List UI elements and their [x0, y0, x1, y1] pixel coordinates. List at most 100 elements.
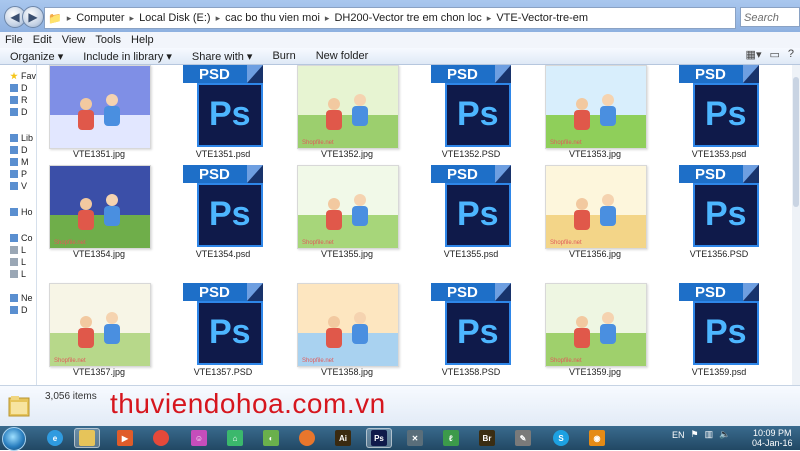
- network-icon[interactable]: ▥: [705, 429, 714, 440]
- tool-icon: ✕: [407, 430, 423, 446]
- file-item[interactable]: Shopfile.net VTE1359.jpg: [533, 283, 647, 383]
- file-item[interactable]: Shopfile.net VTE1356.jpg: [533, 165, 647, 265]
- file-item[interactable]: Shopfile.net VTE1355.jpg: [285, 165, 399, 265]
- menu-tools[interactable]: Tools: [90, 34, 126, 46]
- organize-button[interactable]: Organize ▾: [0, 50, 73, 63]
- taskbar-app[interactable]: [148, 428, 174, 448]
- file-item[interactable]: Shopfile.net VTE1354.jpg: [37, 165, 151, 265]
- illustration-figure: [354, 94, 366, 106]
- nav-item[interactable]: Ho: [10, 207, 33, 217]
- page-fold-icon: [495, 65, 511, 83]
- taskbar-app[interactable]: ℓ: [438, 428, 464, 448]
- file-item[interactable]: Shopfile.net VTE1357.jpg: [37, 283, 151, 383]
- taskbar-app[interactable]: ◉: [584, 428, 610, 448]
- file-item[interactable]: PSD Ps VTE1352.PSD: [409, 65, 519, 165]
- taskbar-app[interactable]: [294, 428, 320, 448]
- breadcrumb-vte[interactable]: VTE-Vector-tre-em: [493, 12, 591, 24]
- breadcrumb-computer[interactable]: Computer: [73, 12, 127, 24]
- taskbar-app[interactable]: ✕: [402, 428, 428, 448]
- help-icon[interactable]: ?: [788, 48, 794, 61]
- file-item[interactable]: PSD Ps VTE1358.PSD: [409, 283, 519, 383]
- menu-file[interactable]: File: [0, 34, 28, 46]
- illustration-figure-body: [600, 324, 616, 344]
- search-input[interactable]: Search VTE...: [740, 7, 800, 44]
- taskbar-app[interactable]: ☺: [186, 428, 212, 448]
- address-bar[interactable]: 📁 ▸ Computer ▸ Local Disk (E:) ▸ cac bo …: [44, 7, 736, 29]
- illustration-figure-body: [574, 328, 590, 348]
- breadcrumb-library[interactable]: cac bo thu vien moi: [222, 12, 323, 24]
- taskbar-app[interactable]: [74, 428, 100, 448]
- clock[interactable]: 10:09 PM 04-Jan-16: [752, 428, 793, 448]
- taskbar-app[interactable]: ▶: [112, 428, 138, 448]
- share-with-button[interactable]: Share with ▾: [182, 50, 263, 63]
- file-item[interactable]: VTE1351.jpg: [37, 65, 151, 165]
- file-item[interactable]: PSD Ps VTE1356.PSD: [657, 165, 767, 265]
- burn-button[interactable]: Burn: [262, 50, 305, 62]
- taskbar-app[interactable]: ✎: [510, 428, 536, 448]
- include-in-library-button[interactable]: Include in library ▾: [73, 50, 182, 63]
- nav-item[interactable]: V: [10, 181, 27, 191]
- taskbar-app[interactable]: ⌂: [222, 428, 248, 448]
- nav-item[interactable]: L: [10, 269, 26, 279]
- ie-icon: e: [47, 430, 63, 446]
- taskbar-app[interactable]: e: [42, 428, 68, 448]
- photoshop-logo: Ps: [693, 83, 759, 147]
- breadcrumb-local-disk[interactable]: Local Disk (E:): [136, 12, 214, 24]
- illustration-figure: [80, 98, 92, 110]
- scrollbar-thumb[interactable]: [793, 77, 799, 207]
- file-item[interactable]: PSD Ps VTE1357.PSD: [161, 283, 271, 383]
- file-item[interactable]: PSD Ps VTE1354.psd: [161, 165, 271, 265]
- nav-item[interactable]: Fav: [10, 71, 36, 81]
- preview-pane-icon[interactable]: ▭: [769, 48, 779, 61]
- nav-item[interactable]: L: [10, 257, 26, 267]
- nav-item[interactable]: Ne: [10, 293, 33, 303]
- vertical-scrollbar[interactable]: [792, 65, 800, 385]
- nav-item[interactable]: Co: [10, 233, 33, 243]
- new-folder-button[interactable]: New folder: [306, 50, 379, 62]
- green-app-icon: ℓ: [443, 430, 459, 446]
- nav-item[interactable]: M: [10, 157, 29, 167]
- file-item[interactable]: Shopfile.net VTE1352.jpg: [285, 65, 399, 165]
- nav-item[interactable]: L: [10, 245, 26, 255]
- taskbar-app[interactable]: Ps: [366, 428, 392, 448]
- nav-item[interactable]: P: [10, 169, 27, 179]
- taskbar-app[interactable]: S: [548, 428, 574, 448]
- psd-badge: PSD: [679, 283, 743, 301]
- photoshop-logo-text: Ps: [209, 95, 251, 133]
- nav-item[interactable]: R: [10, 95, 28, 105]
- volume-icon[interactable]: 🔈: [719, 429, 730, 440]
- language-indicator[interactable]: EN: [672, 430, 685, 440]
- start-button[interactable]: [2, 427, 26, 451]
- nav-item[interactable]: D: [10, 107, 28, 117]
- nav-item[interactable]: D: [10, 83, 28, 93]
- file-name: VTE1355.jpg: [320, 249, 374, 259]
- menu-view[interactable]: View: [57, 34, 91, 46]
- illustration-figure: [328, 98, 340, 110]
- nav-item[interactable]: Lib: [10, 133, 33, 143]
- psd-badge: PSD: [431, 65, 495, 83]
- clock-time: 10:09 PM: [753, 428, 792, 438]
- nav-item[interactable]: D: [10, 145, 28, 155]
- photoshop-logo: Ps: [197, 301, 263, 365]
- forward-button[interactable]: ▶: [22, 6, 44, 28]
- file-item[interactable]: Shopfile.net VTE1358.jpg: [285, 283, 399, 383]
- bridge-icon: Br: [479, 430, 495, 446]
- nav-item[interactable]: D: [10, 305, 28, 315]
- nav-item-label: L: [21, 245, 27, 255]
- file-item[interactable]: PSD Ps VTE1359.psd: [657, 283, 767, 383]
- menu-help[interactable]: Help: [126, 34, 159, 46]
- breadcrumb-dh200[interactable]: DH200-Vector tre em chon loc: [331, 12, 484, 24]
- taskbar-app[interactable]: Br: [474, 428, 500, 448]
- site-watermark: thuviendohoa.com.vn: [110, 388, 386, 419]
- flag-icon[interactable]: ⚑: [691, 429, 699, 440]
- file-item[interactable]: PSD Ps VTE1351.psd: [161, 65, 271, 165]
- thumbnail-watermark: Shopfile.net: [54, 240, 86, 246]
- file-item[interactable]: Shopfile.net VTE1353.jpg: [533, 65, 647, 165]
- file-item[interactable]: PSD Ps VTE1353.psd: [657, 65, 767, 165]
- view-options-icon[interactable]: ▦▾: [746, 48, 762, 61]
- taskbar-app[interactable]: ◐: [258, 428, 284, 448]
- taskbar-app[interactable]: Ai: [330, 428, 356, 448]
- file-item[interactable]: PSD Ps VTE1355.psd: [409, 165, 519, 265]
- downloads-icon: [10, 108, 18, 116]
- menu-edit[interactable]: Edit: [28, 34, 57, 46]
